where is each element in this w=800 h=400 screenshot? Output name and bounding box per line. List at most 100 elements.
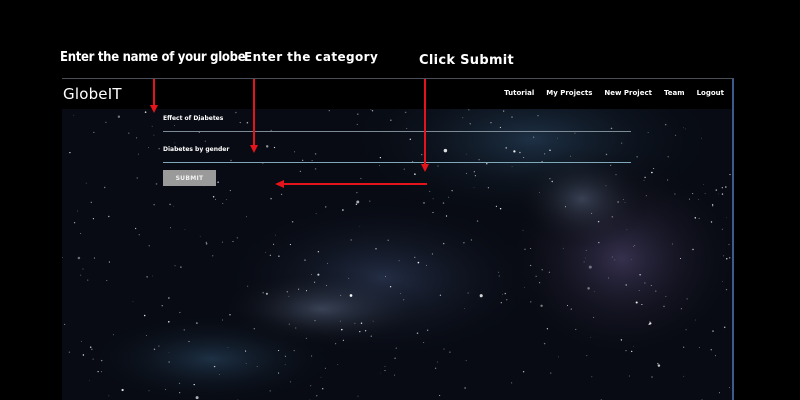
- star: [464, 308, 465, 309]
- star: [151, 125, 153, 127]
- star: [169, 203, 171, 206]
- star: [664, 123, 667, 126]
- star: [442, 242, 445, 245]
- nav-team[interactable]: Team: [664, 89, 685, 97]
- star: [354, 322, 356, 324]
- star: [723, 326, 726, 329]
- globe-name-input[interactable]: Effect of Diabetes: [163, 109, 631, 132]
- star: [432, 212, 434, 213]
- star: [686, 298, 688, 300]
- star: [168, 361, 170, 363]
- star: [364, 330, 367, 332]
- star: [605, 185, 607, 187]
- star: [73, 114, 75, 116]
- star: [463, 242, 465, 244]
- nav-my-projects[interactable]: My Projects: [546, 89, 592, 97]
- star: [541, 269, 543, 271]
- submit-button[interactable]: SUBMIT: [163, 170, 216, 186]
- star: [570, 308, 572, 310]
- star: [718, 193, 720, 195]
- star: [236, 237, 238, 239]
- star: [499, 207, 502, 210]
- star: [138, 234, 140, 236]
- star: [522, 229, 524, 231]
- star: [585, 249, 587, 251]
- star: [575, 328, 577, 330]
- star: [356, 191, 358, 194]
- star: [161, 305, 163, 307]
- callout-enter-globe-name: Enter the name of your globe: [60, 50, 246, 65]
- star: [317, 273, 320, 276]
- star: [715, 189, 717, 191]
- star: [630, 259, 632, 261]
- star: [641, 303, 643, 306]
- star: [645, 195, 647, 197]
- star: [217, 181, 219, 183]
- star: [269, 390, 271, 392]
- star: [650, 284, 652, 287]
- star: [273, 243, 275, 245]
- star: [100, 359, 103, 362]
- star: [591, 212, 593, 214]
- star: [635, 301, 638, 304]
- star: [91, 348, 93, 350]
- star: [168, 297, 170, 299]
- star: [389, 286, 392, 288]
- star: [144, 111, 147, 113]
- star: [445, 215, 448, 217]
- star: [726, 258, 728, 260]
- star: [270, 197, 272, 200]
- star: [439, 395, 441, 396]
- star: [530, 301, 532, 303]
- nav-new-project[interactable]: New Project: [604, 89, 652, 97]
- star: [663, 305, 665, 308]
- star: [476, 220, 479, 222]
- star: [628, 375, 630, 377]
- star: [538, 192, 540, 194]
- star: [692, 248, 694, 251]
- brand-logo[interactable]: GlobeIT: [63, 85, 122, 103]
- star: [675, 134, 677, 136]
- star: [227, 347, 229, 348]
- star: [97, 370, 99, 373]
- star: [136, 177, 138, 179]
- nav-tutorial[interactable]: Tutorial: [504, 89, 534, 97]
- star: [439, 294, 442, 296]
- star: [562, 247, 564, 249]
- star: [179, 392, 181, 394]
- star: [685, 329, 687, 331]
- star: [565, 206, 567, 208]
- star: [617, 201, 619, 203]
- star: [320, 376, 322, 378]
- star: [443, 348, 445, 350]
- star: [593, 291, 595, 292]
- star: [683, 375, 685, 377]
- star: [394, 357, 396, 359]
- star: [384, 370, 386, 372]
- star: [265, 251, 267, 253]
- star: [295, 327, 297, 329]
- star: [372, 320, 374, 322]
- star: [153, 134, 155, 136]
- star: [634, 245, 636, 246]
- star: [644, 176, 646, 179]
- star: [293, 349, 295, 352]
- star: [615, 174, 617, 176]
- category-input[interactable]: Diabetes by gender: [163, 140, 631, 163]
- star: [498, 275, 500, 277]
- star: [688, 198, 690, 200]
- star: [551, 180, 553, 183]
- star: [304, 259, 306, 261]
- star: [384, 366, 386, 368]
- star: [77, 210, 78, 212]
- nav-logout[interactable]: Logout: [697, 89, 724, 97]
- star: [434, 367, 437, 369]
- star: [524, 286, 525, 288]
- star: [725, 186, 727, 188]
- star: [196, 322, 198, 324]
- star: [448, 196, 450, 198]
- new-globe-form: Effect of Diabetes Diabetes by gender SU…: [163, 109, 633, 186]
- star: [168, 321, 170, 323]
- star: [548, 271, 551, 273]
- star: [726, 217, 727, 219]
